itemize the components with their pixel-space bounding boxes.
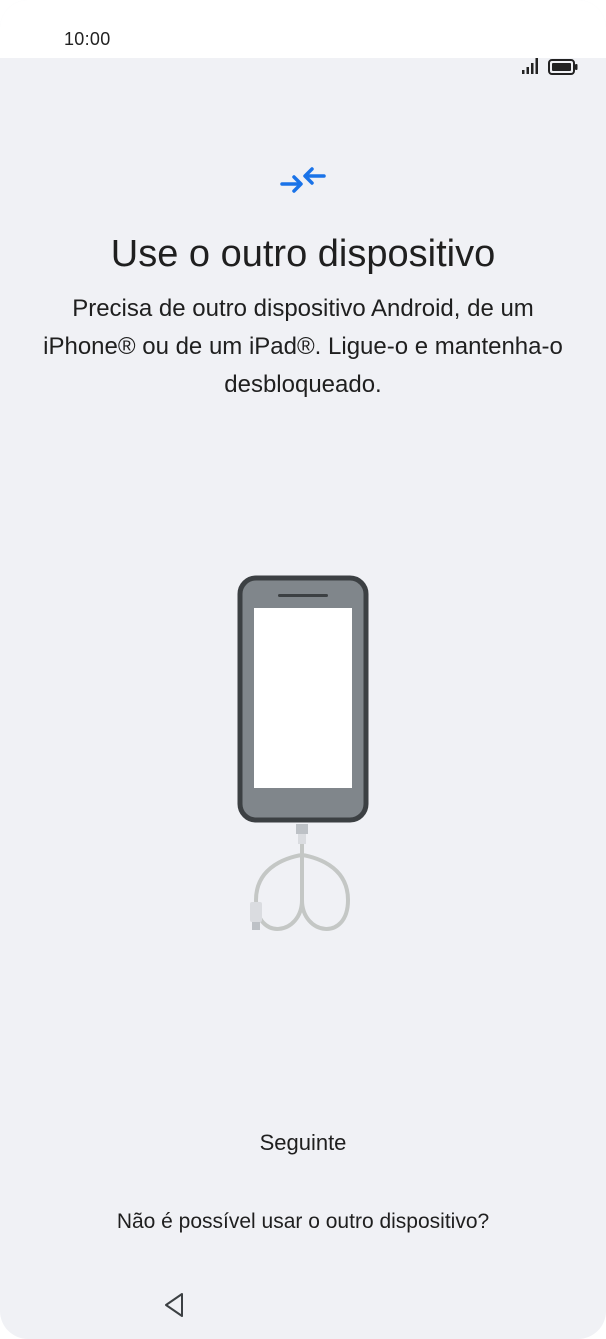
status-bar: 10:00: [0, 0, 606, 75]
cannot-use-device-link[interactable]: Não é possível usar o outro dispositivo?: [40, 1199, 566, 1245]
page-description: Precisa de outro dispositivo Android, de…: [43, 295, 563, 398]
status-time: 10:00: [64, 29, 111, 49]
transfer-arrows-icon: [280, 167, 326, 193]
signal-icon: [522, 58, 538, 74]
page-title: Use o outro dispositivo: [110, 233, 496, 275]
phone-with-cable-illustration: [237, 575, 369, 931]
back-triangle-icon[interactable]: [160, 1290, 190, 1320]
next-button[interactable]: Seguinte: [203, 1120, 403, 1166]
battery-icon: [548, 59, 578, 75]
setup-screen: 10:00 Use o outro dispositivo Precisa de…: [0, 0, 606, 1339]
